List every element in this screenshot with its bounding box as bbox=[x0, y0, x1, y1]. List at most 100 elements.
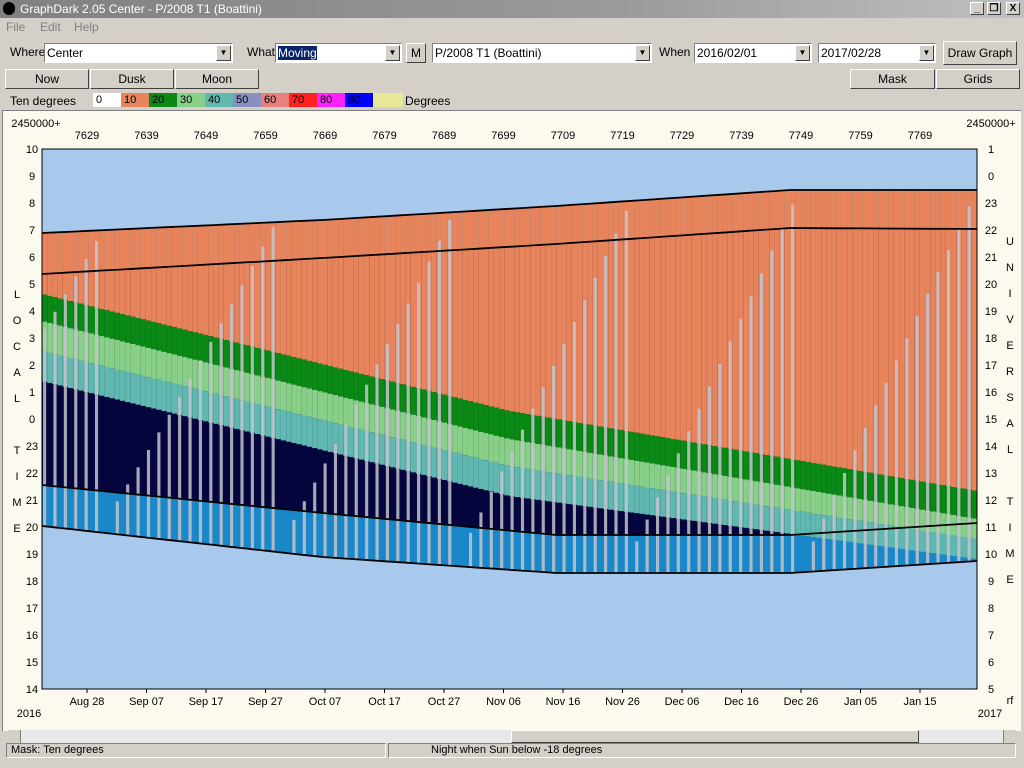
altitude-bar bbox=[800, 489, 806, 512]
altitude-bar bbox=[223, 340, 230, 368]
altitude-bar bbox=[525, 207, 531, 415]
altitude-bar bbox=[670, 439, 677, 467]
menu-help[interactable]: Help bbox=[74, 20, 99, 34]
altitude-bar bbox=[400, 412, 406, 440]
altitude-bar bbox=[940, 533, 947, 555]
altitude-bar bbox=[338, 396, 344, 425]
altitude-bar bbox=[47, 322, 53, 353]
altitude-bar bbox=[301, 415, 308, 446]
toolbar: Where Center ▼ What Moving ▼ M P/2008 T1… bbox=[0, 40, 1024, 66]
altitude-bar bbox=[166, 227, 173, 326]
altitude-bar bbox=[514, 208, 521, 413]
chevron-down-icon[interactable]: ▼ bbox=[795, 45, 810, 61]
altitude-bar bbox=[130, 343, 136, 374]
chevron-down-icon[interactable]: ▼ bbox=[919, 45, 934, 61]
date-tick-label: Oct 07 bbox=[309, 696, 341, 708]
altitude-bar bbox=[826, 515, 832, 540]
altitude-bar bbox=[753, 504, 760, 530]
draw-graph-button[interactable]: Draw Graph bbox=[943, 41, 1017, 65]
twilight-bar bbox=[410, 521, 417, 564]
where-select[interactable]: Center ▼ bbox=[44, 43, 233, 63]
altitude-bar bbox=[119, 229, 126, 315]
altitude-bar bbox=[301, 220, 308, 360]
altitude-bar bbox=[166, 382, 173, 413]
left-axis-tick: 2 bbox=[29, 360, 35, 372]
moon-button[interactable]: Moon bbox=[175, 69, 259, 89]
altitude-bar bbox=[961, 536, 967, 558]
altitude-bar bbox=[556, 447, 562, 474]
chevron-down-icon[interactable]: ▼ bbox=[385, 45, 400, 61]
twilight-bar bbox=[587, 535, 593, 573]
grids-button[interactable]: Grids bbox=[936, 69, 1020, 89]
altitude-bar bbox=[78, 303, 84, 331]
now-button[interactable]: Now bbox=[5, 69, 89, 89]
altitude-bar bbox=[244, 223, 251, 346]
moon-bar bbox=[884, 382, 888, 567]
twilight-bar bbox=[597, 535, 604, 573]
altitude-bar bbox=[99, 365, 105, 396]
altitude-bar bbox=[52, 232, 58, 298]
right-axis-tick: 11 bbox=[985, 522, 996, 534]
altitude-bar bbox=[125, 315, 131, 343]
altitude-bar bbox=[114, 340, 121, 370]
what-select[interactable]: Moving ▼ bbox=[275, 43, 402, 63]
altitude-bar bbox=[421, 444, 427, 475]
date-tick-label: Sep 17 bbox=[189, 696, 224, 708]
end-date-select[interactable]: 2017/02/28 ▼ bbox=[818, 43, 936, 63]
altitude-bar bbox=[577, 423, 583, 451]
altitude-bar bbox=[680, 440, 687, 469]
altitude-bar bbox=[452, 397, 458, 426]
altitude-bar bbox=[88, 363, 95, 394]
twilight-bar bbox=[556, 535, 562, 573]
altitude-bar bbox=[379, 379, 386, 407]
altitude-bar bbox=[145, 377, 152, 408]
chevron-down-icon[interactable]: ▼ bbox=[216, 45, 231, 61]
moon-bar bbox=[718, 363, 722, 573]
altitude-bar bbox=[608, 428, 614, 457]
left-axis-tick: 18 bbox=[26, 576, 38, 588]
twilight-bar bbox=[213, 502, 219, 546]
right-axis-title-letter: V bbox=[1006, 314, 1014, 326]
dusk-button[interactable]: Dusk bbox=[90, 69, 174, 89]
left-axis-tick: 8 bbox=[29, 198, 35, 210]
altitude-bar bbox=[254, 375, 261, 405]
altitude-bar bbox=[483, 460, 490, 491]
altitude-bar bbox=[499, 409, 505, 438]
twilight-bar bbox=[784, 535, 791, 573]
altitude-bar bbox=[244, 372, 251, 402]
altitude-bar bbox=[140, 375, 147, 406]
menu-file[interactable]: File bbox=[6, 20, 25, 34]
altitude-bar bbox=[223, 396, 230, 427]
close-button[interactable]: X bbox=[1006, 2, 1020, 15]
m-button[interactable]: M bbox=[406, 43, 426, 63]
altitude-bar bbox=[961, 488, 967, 517]
altitude-bar bbox=[286, 221, 292, 356]
twilight-bar bbox=[493, 529, 500, 569]
moon-bar bbox=[645, 519, 649, 573]
chevron-down-icon[interactable]: ▼ bbox=[635, 45, 650, 61]
altitude-bar bbox=[628, 459, 635, 486]
altitude-bar bbox=[317, 419, 323, 450]
altitude-bar bbox=[971, 190, 978, 491]
restore-button[interactable]: ❐ bbox=[987, 2, 1001, 15]
menu-edit[interactable]: Edit bbox=[40, 20, 61, 34]
altitude-bar bbox=[156, 379, 162, 410]
twilight-bar bbox=[712, 535, 718, 573]
altitude-bar bbox=[852, 190, 858, 471]
minimize-button[interactable]: _ bbox=[970, 2, 984, 15]
jd-tick-label: 7669 bbox=[313, 130, 337, 142]
altitude-bar bbox=[312, 362, 318, 390]
start-date-select[interactable]: 2016/02/01 ▼ bbox=[694, 43, 812, 63]
altitude-bar bbox=[312, 220, 318, 363]
altitude-bar bbox=[504, 438, 510, 466]
altitude-bar bbox=[639, 200, 645, 434]
altitude-bar bbox=[753, 453, 760, 482]
altitude-bar bbox=[530, 207, 536, 415]
mask-button[interactable]: Mask bbox=[850, 69, 935, 89]
moon-bar bbox=[375, 364, 379, 561]
moon-bar bbox=[344, 424, 348, 559]
altitude-bar bbox=[312, 418, 318, 449]
object-select[interactable]: P/2008 T1 (Boattini) ▼ bbox=[432, 43, 652, 63]
jd-tick-label: 7629 bbox=[75, 130, 99, 142]
right-axis-tick: 13 bbox=[985, 468, 997, 480]
